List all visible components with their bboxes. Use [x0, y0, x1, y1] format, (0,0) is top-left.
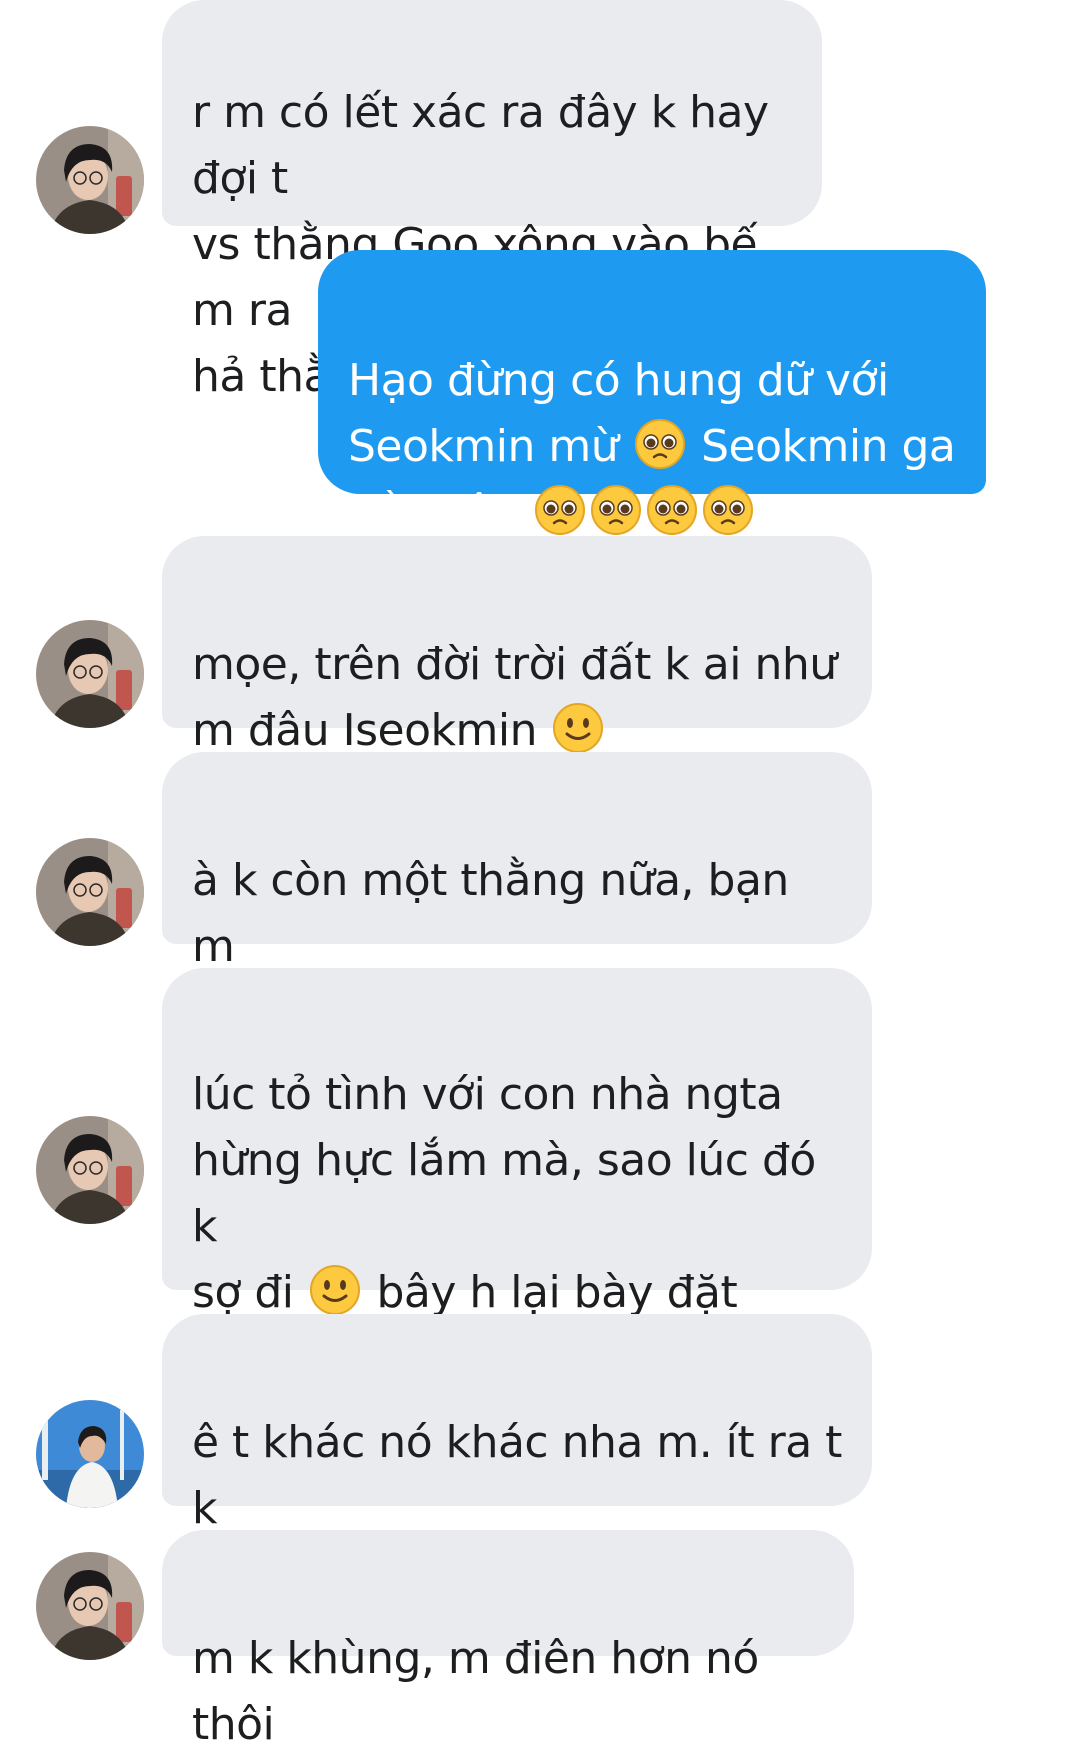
avatar[interactable] — [36, 1116, 144, 1224]
pleading-face-icon — [634, 418, 686, 470]
avatar-boy-glasses-icon — [36, 1552, 144, 1660]
avatar-boy-glasses-icon — [36, 838, 144, 946]
slightly-smiling-face-icon — [309, 1264, 361, 1316]
message-bubble[interactable]: mọe, trên đời trời đất k ai như m đâu Is… — [162, 536, 872, 756]
pleading-face-icon — [590, 484, 642, 536]
message-bubble[interactable]: lúc tỏ tình với con nhà ngta hừng hực lắ… — [162, 968, 872, 1450]
message-bubble-outgoing[interactable]: Hạo đừng có hung dữ với Seokmin mừ Seokm… — [318, 250, 986, 538]
pleading-face-icon — [646, 484, 698, 536]
message-bubble[interactable]: à k còn một thằng nữa, bạn m họ Kim tên … — [162, 752, 872, 1038]
avatar[interactable] — [36, 126, 144, 234]
avatar[interactable] — [36, 1552, 144, 1660]
message-bubble[interactable]: ê t khác nó khác nha m. ít ra t k khùng … — [162, 1314, 872, 1600]
message-bubble[interactable]: m k khùng, m điên hơn nó thôi — [162, 1530, 854, 1750]
avatar-boy-glasses-icon — [36, 620, 144, 728]
message-text: m k khùng, m điên hơn nó thôi — [192, 1633, 759, 1750]
avatar-boy-glasses-icon — [36, 126, 144, 234]
message-text: mọe, trên đời trời đất k ai như m đâu Is… — [192, 639, 837, 756]
avatar[interactable] — [36, 620, 144, 728]
avatar-boy-glasses-icon — [36, 1116, 144, 1224]
message-bubble[interactable]: r m có lết xác ra đây k hay đợi t vs thằ… — [162, 0, 822, 402]
avatar-boy-seaside-icon — [36, 1400, 144, 1508]
pleading-face-icon — [702, 484, 754, 536]
slightly-smiling-face-icon — [552, 702, 604, 754]
chat-thread: r m có lết xác ra đây k hay đợi t vs thằ… — [0, 0, 1080, 1750]
pleading-face-icon — [534, 484, 586, 536]
avatar[interactable] — [36, 1400, 144, 1508]
avatar[interactable] — [36, 838, 144, 946]
